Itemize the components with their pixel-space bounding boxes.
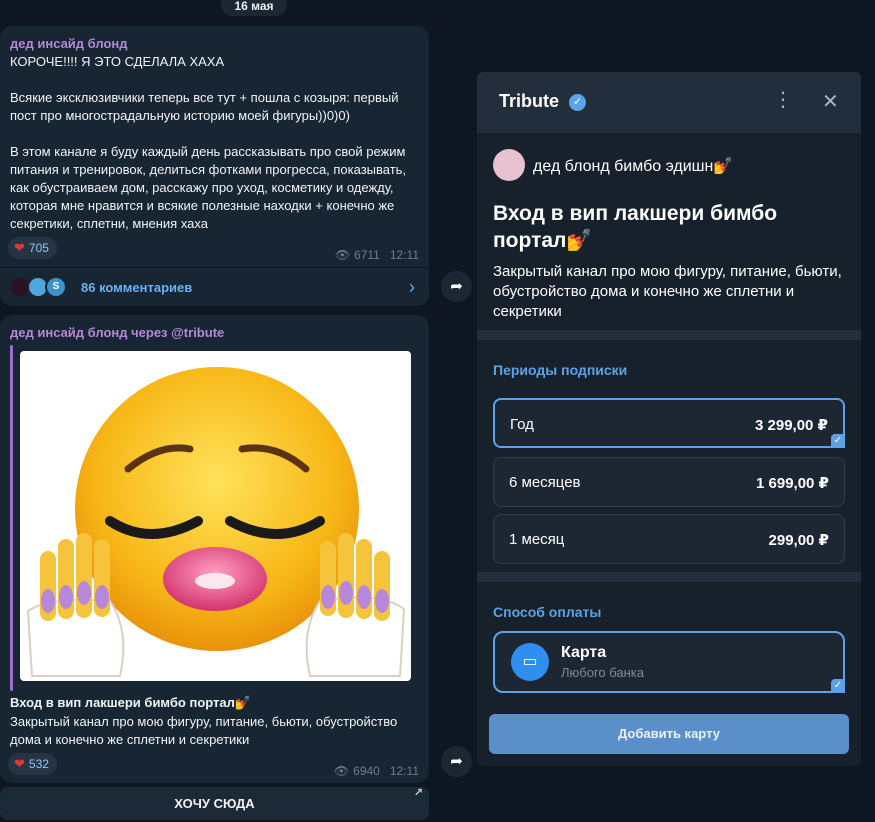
panel-header: Tribute ✓ ⋮ ✕ — [477, 72, 861, 133]
view-count: 6940 — [353, 764, 380, 778]
close-icon[interactable]: ✕ — [822, 89, 839, 114]
message-time: 12:11 — [389, 248, 419, 262]
heart-icon: ❤ — [14, 240, 25, 255]
check-icon: ✓ — [831, 434, 845, 448]
payment-method-title: Карта — [561, 644, 607, 661]
view-count: 6711 — [354, 248, 380, 262]
comments-count[interactable]: 86 комментариев — [81, 280, 192, 295]
period-price: 3 299,00 ₽ — [755, 417, 828, 434]
message-meta: 👁 6711 12:11 — [335, 248, 419, 262]
comments-bar[interactable]: S 86 комментариев › — [0, 267, 429, 306]
share-button[interactable]: ➦ — [441, 271, 472, 302]
period-option-6-months[interactable]: 6 месяцев 1 699,00 ₽ — [493, 457, 845, 507]
message-text: КОРОЧЕ!!!! Я ЭТО СДЕЛАЛА ХАХА Всякие экс… — [10, 54, 407, 231]
reaction-count: 705 — [28, 241, 49, 255]
eye-icon: 👁 — [334, 248, 351, 262]
heart-reaction[interactable]: ❤ 532 — [8, 753, 57, 775]
want-in-button[interactable]: ХОЧУ СЮДА ↗ — [0, 787, 429, 820]
channel-description: Закрытый канал про мою фигуру, питание, … — [493, 263, 842, 320]
period-label: 6 месяцев — [509, 474, 581, 491]
page-title: Вход в вип лакшери бимбо портал💅 — [493, 202, 778, 252]
chevron-right-icon[interactable]: › — [409, 277, 415, 298]
message-time: 12:11 — [389, 764, 419, 778]
check-icon: ✓ — [831, 679, 845, 693]
divider — [477, 572, 861, 582]
add-card-button[interactable]: Добавить карту — [489, 714, 849, 754]
emoji-face-icon — [26, 367, 406, 677]
date-separator: 16 мая — [221, 0, 287, 16]
quote-bar — [10, 345, 13, 691]
period-label: Год — [510, 416, 534, 433]
eye-icon: 👁 — [333, 764, 350, 778]
verified-icon: ✓ — [569, 94, 586, 111]
channel-message[interactable]: дед инсайд блонд через @tribute Вход в в… — [0, 315, 429, 783]
message-author[interactable]: дед инсайд блонд через @tribute — [10, 325, 224, 340]
channel-message[interactable]: дед инсайд блонд КОРОЧЕ!!!! Я ЭТО СДЕЛАЛ… — [0, 26, 429, 306]
credit-card-icon: ▭ — [511, 643, 549, 681]
heart-icon: ❤ — [14, 756, 25, 771]
reaction-count: 532 — [28, 757, 49, 771]
payment-title: Способ оплаты — [493, 604, 602, 620]
period-label: 1 месяц — [509, 531, 565, 548]
preview-image[interactable] — [20, 351, 411, 681]
share-icon: ➦ — [450, 278, 463, 295]
avatar — [493, 149, 525, 181]
heart-reaction[interactable]: ❤ 705 — [8, 237, 57, 259]
avatar: S — [45, 276, 67, 298]
divider — [477, 330, 861, 340]
post-body: Закрытый канал про мою фигуру, питание, … — [10, 714, 398, 747]
commenter-avatars: S — [9, 276, 73, 300]
payment-option-card[interactable]: ▭ Карта Любого банка ✓ — [493, 631, 845, 693]
want-in-label: ХОЧУ СЮДА — [174, 796, 255, 811]
panel-title: Tribute — [499, 91, 560, 111]
more-options-icon[interactable]: ⋮ — [773, 90, 793, 110]
external-link-icon: ↗ — [413, 787, 423, 799]
periods-title: Периоды подписки — [493, 362, 628, 378]
tribute-panel: Tribute ✓ ⋮ ✕ дед блонд бимбо эдишн💅 Вхо… — [477, 72, 861, 766]
period-option-year[interactable]: Год 3 299,00 ₽ ✓ — [493, 398, 845, 448]
period-option-1-month[interactable]: 1 месяц 299,00 ₽ — [493, 514, 845, 564]
share-button[interactable]: ➦ — [441, 746, 472, 777]
period-price: 299,00 ₽ — [768, 532, 829, 549]
message-author[interactable]: дед инсайд блонд — [10, 36, 128, 51]
period-price: 1 699,00 ₽ — [756, 475, 829, 492]
share-icon: ➦ — [450, 753, 463, 770]
payment-method-subtitle: Любого банка — [561, 665, 645, 680]
message-meta: 👁 6940 12:11 — [334, 764, 419, 778]
channel-name: дед блонд бимбо эдишн💅 — [533, 158, 734, 175]
post-title: Вход в вип лакшери бимбо портал💅 — [10, 695, 252, 710]
